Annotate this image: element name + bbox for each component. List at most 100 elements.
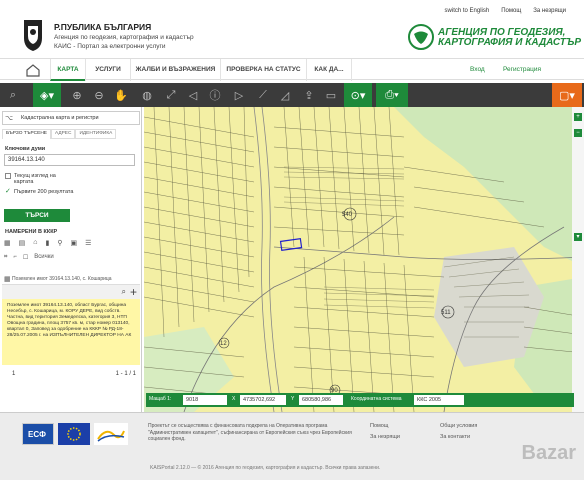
print-icon[interactable]: ⎙▾	[376, 83, 408, 107]
corner-icon[interactable]: ⌐	[13, 254, 17, 261]
building-icon[interactable]: ⌂	[33, 239, 37, 247]
footer-terms-link[interactable]: Общи условия	[440, 423, 477, 429]
first-200-checkbox[interactable]: ✓	[5, 188, 11, 195]
area-icon[interactable]: ◿	[274, 83, 296, 107]
node-icon[interactable]: ⌗	[4, 254, 7, 261]
nav-item-how-to[interactable]: КАК ДА...	[306, 59, 352, 81]
print-area-icon[interactable]: ▭	[320, 83, 342, 107]
x-label: X	[232, 396, 236, 402]
watermark: Bazar	[521, 442, 576, 464]
footer-help-link[interactable]: Помощ	[370, 423, 400, 429]
forward-icon[interactable]: ▷	[228, 83, 250, 107]
help-link[interactable]: Помощ	[501, 8, 521, 14]
coordinate-bar: Мащаб 1: 9018 X 4735702,692 Y 680580,986…	[146, 393, 574, 407]
first-200-checkbox-row[interactable]: ✓ Първите 200 резултата	[5, 188, 74, 195]
footer-project-text: Проектът се осъществява с финансовата по…	[148, 423, 352, 442]
map-zoom-bar: + − ▾	[572, 107, 584, 412]
eu-program-logo: ЕСФ	[22, 423, 54, 445]
op-logo	[94, 423, 128, 445]
extent-icon[interactable]: ⤢	[160, 83, 182, 107]
svg-text:ЕСФ: ЕСФ	[28, 430, 46, 439]
title-line2: Агенция по геодезия, картография и кадас…	[54, 34, 194, 41]
title-line3: КАИС - Портал за електронни услуги	[54, 43, 166, 50]
nav-item-map[interactable]: КАРТА	[50, 59, 85, 81]
table-small-icon: ▦	[4, 276, 11, 283]
search-button[interactable]: ТЪРСИ	[4, 209, 70, 222]
grid-icon[interactable]: ▦	[4, 239, 11, 247]
first-200-label: Първите 200 резултата	[14, 189, 74, 195]
keywords-label: Ключови думи	[5, 146, 46, 152]
result-header[interactable]: Поземлен имот 39164.13.140, с. Кошарица	[2, 273, 140, 285]
layers-icon[interactable]: ◈▾	[33, 83, 61, 107]
map-canvas[interactable]: 540 511 12 90	[144, 107, 584, 412]
location-icon[interactable]: ⊙▾	[344, 83, 372, 107]
search-tabs: БЪРЗО ТЪРСЕНЕ АДРЕС ИДЕНТИФИКА	[2, 129, 140, 139]
home-icon[interactable]	[24, 63, 42, 77]
switch-english-link[interactable]: switch to English	[445, 8, 490, 14]
footer: ЕСФ Проектът се осъществява с финансоват…	[0, 412, 584, 480]
coat-of-arms-icon	[24, 20, 42, 51]
map-label-540: 540	[342, 212, 353, 218]
map-scroll-icon[interactable]: ▾	[574, 233, 582, 241]
pager-current[interactable]: 1	[12, 371, 15, 377]
title-line1: Р.ПУБЛИКА БЪЛГАРИЯ	[54, 22, 152, 32]
all-label: Всички	[34, 254, 54, 260]
fullscreen-icon[interactable]: ▢▾	[552, 83, 582, 107]
agency-logo-icon	[408, 24, 434, 50]
search-icon[interactable]: ⌕	[2, 83, 24, 107]
tab-address[interactable]: АДРЕС	[51, 129, 76, 139]
keywords-input[interactable]: 39164.13.140	[4, 154, 135, 166]
tab-quick-search[interactable]: БЪРЗО ТЪРСЕНЕ	[2, 129, 51, 139]
zoom-out-icon[interactable]: ⊖	[88, 83, 110, 107]
current-view-label: Текущ изглед на картата	[14, 173, 56, 185]
coordinate-system-select[interactable]: ККС 2005	[414, 395, 464, 405]
current-view-checkbox-row[interactable]: Текущ изглед на картата	[5, 173, 74, 185]
nav-item-complaints[interactable]: ЖАЛБИ И ВЪЗРАЖЕНИЯ	[130, 59, 220, 81]
pin-icon[interactable]: ⚲	[57, 239, 62, 247]
y-coordinate-input[interactable]: 680580,986	[299, 395, 343, 405]
result-card[interactable]: Поземлен имот 39164.13.140, област Бурга…	[2, 299, 140, 365]
export-icon[interactable]: ⇪	[298, 83, 320, 107]
x-coordinate-input[interactable]: 4735702,692	[240, 395, 286, 405]
layer-select[interactable]: Кадастрална карта и регистри	[2, 111, 140, 125]
footer-contacts-link[interactable]: За контакти	[440, 434, 477, 440]
register-link[interactable]: Регистрация	[503, 66, 541, 73]
all-checkbox[interactable]: ☐	[23, 254, 28, 261]
header: Р.ПУБЛИКА БЪЛГАРИЯ Агенция по геодезия, …	[0, 0, 584, 58]
y-label: Y	[291, 396, 295, 402]
result-toolbar: ⌕ +	[2, 285, 140, 299]
nav-item-services[interactable]: УСЛУГИ	[85, 59, 130, 81]
trash-icon[interactable]: ▮	[45, 239, 49, 247]
result-filter-icons-2: ⌗ ⌐ ☐ Всички	[4, 254, 54, 261]
back-icon[interactable]: ◁	[182, 83, 204, 107]
zoom-to-icon[interactable]: ⌕	[122, 287, 126, 297]
current-view-checkbox[interactable]	[5, 173, 11, 179]
info-icon[interactable]: ⓘ	[204, 83, 226, 107]
cadastral-map[interactable]: 540 511 12 90 + − ▾	[144, 107, 584, 412]
map-zoom-in-icon[interactable]: +	[574, 113, 582, 121]
globe-icon[interactable]: ◍	[136, 83, 158, 107]
parcel-icon[interactable]: ▣	[70, 239, 77, 247]
login-link[interactable]: Вход	[470, 66, 485, 73]
map-zoom-out-icon[interactable]: −	[574, 129, 582, 137]
copyright: KAISPortal 2.12.0 — © 2016 Агенция по ге…	[150, 465, 381, 471]
main-nav: КАРТА УСЛУГИ ЖАЛБИ И ВЪЗРАЖЕНИЯ ПРОВЕРКА…	[0, 58, 584, 81]
add-icon[interactable]: +	[130, 285, 137, 299]
scale-input[interactable]: 9018	[183, 395, 227, 405]
pan-icon[interactable]: ✋	[110, 83, 132, 107]
top-links: switch to English Помощ За незрящи	[445, 8, 566, 14]
footer-accessibility-link[interactable]: За незрящи	[370, 434, 400, 440]
zoom-in-icon[interactable]: ⊕	[66, 83, 88, 107]
list-icon[interactable]: ☰	[85, 239, 91, 247]
accessibility-link[interactable]: За незрящи	[533, 8, 566, 14]
nav-item-status-check[interactable]: ПРОВЕРКА НА СТАТУС	[220, 59, 306, 81]
tab-identifier[interactable]: ИДЕНТИФИКА	[75, 129, 117, 139]
result-filter-icons: ▦ ▤ ⌂ ▮ ⚲ ▣ ☰	[4, 239, 91, 247]
found-in-kkkr-label: НАМЕРЕНИ В КККР	[5, 229, 58, 235]
footer-links-col2: Общи условия За контакти	[440, 423, 477, 445]
table-icon[interactable]: ▤	[19, 239, 26, 247]
scale-label: Мащаб 1:	[149, 396, 172, 402]
pager-count: 1 - 1 / 1	[115, 371, 136, 377]
footer-links-col1: Помощ За незрящи	[370, 423, 400, 445]
measure-icon[interactable]: ⟋	[252, 83, 274, 107]
